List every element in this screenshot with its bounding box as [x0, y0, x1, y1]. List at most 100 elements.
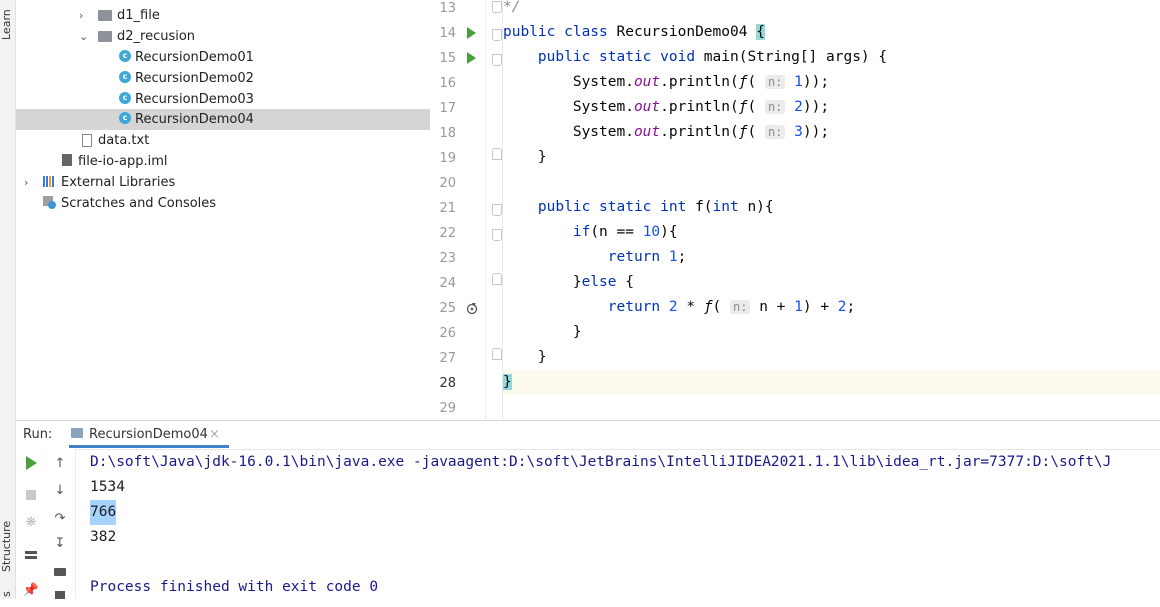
learn-tab[interactable]: Learn: [0, 0, 14, 40]
stop-icon: [26, 490, 36, 500]
code-token: .println(: [660, 74, 739, 90]
left-tool-strip: Learn Structure s: [0, 0, 16, 599]
code-token: return: [607, 299, 669, 315]
tree-item-recursiondemo04[interactable]: c RecursionDemo04: [16, 109, 430, 130]
code-line-27: }: [503, 345, 1160, 370]
java-class-icon: c: [119, 71, 133, 85]
run-main-icon[interactable]: [467, 52, 476, 64]
debug-button[interactable]: ❋: [21, 513, 41, 533]
code-line-18: System.out.println(ƒ( n: 3));: [503, 120, 1160, 145]
code-token: (: [747, 99, 765, 115]
tree-item-label: External Libraries: [61, 175, 176, 190]
code-line-23: return 1;: [503, 245, 1160, 270]
pin-icon: 📌: [22, 583, 40, 598]
code-line-17: System.out.println(ƒ( n: 2));: [503, 95, 1160, 120]
code-line-22: if(n == 10){: [503, 220, 1160, 245]
java-class-icon: c: [119, 112, 133, 126]
tree-item-data-txt[interactable]: data.txt: [16, 130, 430, 151]
arrow-up-icon: ↑: [54, 456, 66, 471]
code-token: n +: [750, 299, 795, 315]
arrow-down-icon: ↓: [54, 483, 66, 498]
code-token: ));: [802, 124, 830, 140]
stop-button[interactable]: [21, 485, 41, 505]
tree-item-recursiondemo02[interactable]: c RecursionDemo02: [16, 68, 430, 89]
chevron-right-icon[interactable]: ›: [24, 172, 34, 193]
fold-icon[interactable]: [492, 229, 502, 241]
parameter-hint: n:: [764, 125, 786, 139]
line-number: 24: [439, 276, 456, 291]
scroll-down-button[interactable]: ↓: [50, 481, 70, 501]
soft-wrap-button[interactable]: ↷: [50, 509, 70, 529]
bottom-tab[interactable]: s: [0, 582, 14, 597]
layout-button[interactable]: [21, 547, 41, 567]
code-token: *: [677, 299, 704, 315]
code-token: 1: [794, 74, 803, 90]
code-token: else: [581, 274, 626, 290]
fold-icon[interactable]: [492, 1, 502, 13]
console-line-exit: Process finished with exit code 0: [90, 579, 379, 595]
fold-icon[interactable]: [492, 348, 502, 360]
parameter-hint: n:: [764, 75, 786, 89]
code-line-25: return 2 * ƒ( n: n + 1) + 2;: [503, 295, 1160, 320]
code-token: .println(: [660, 124, 739, 140]
tree-item-d1-file[interactable]: › d1_file: [16, 5, 430, 26]
folder-icon: [98, 8, 112, 22]
code-token: int: [712, 199, 748, 215]
chevron-right-icon[interactable]: ›: [79, 5, 89, 26]
code-editor[interactable]: 13 14 15 16 17 18 19 20 21 22 23 24 25 2…: [430, 0, 1160, 420]
tree-item-recursiondemo01[interactable]: c RecursionDemo01: [16, 47, 430, 68]
line-number: 17: [439, 101, 456, 116]
tree-item-recursiondemo03[interactable]: c RecursionDemo03: [16, 89, 430, 110]
line-number: 14: [439, 26, 456, 41]
code-token: public static void: [537, 49, 704, 65]
print-button[interactable]: [50, 562, 70, 582]
tree-item-d2-recusion[interactable]: ⌄ d2_recusion: [16, 26, 430, 47]
tree-item-scratches[interactable]: Scratches and Consoles: [16, 193, 430, 214]
code-token: (: [747, 124, 765, 140]
scroll-up-button[interactable]: ↑: [50, 454, 70, 474]
code-token: out: [633, 74, 661, 90]
tree-item-label: Scratches and Consoles: [61, 196, 217, 211]
fold-icon[interactable]: [492, 273, 502, 285]
console-output[interactable]: D:\soft\Java\jdk-16.0.1\bin\java.exe -ja…: [76, 449, 1160, 599]
tree-item-label: d2_recusion: [117, 29, 196, 44]
folder-icon: [98, 29, 112, 43]
clear-button[interactable]: [50, 587, 70, 607]
code-token: }: [572, 324, 582, 340]
fold-icon[interactable]: [492, 29, 502, 41]
scroll-end-icon: ↧: [54, 536, 66, 551]
tree-item-label: data.txt: [98, 133, 150, 148]
code-token: (: [747, 74, 765, 90]
tree-item-external-libraries[interactable]: › External Libraries: [16, 172, 430, 193]
line-number: 26: [439, 326, 456, 341]
code-token: 2: [794, 99, 803, 115]
code-token: RecursionDemo04: [616, 24, 757, 40]
console-icon: [71, 428, 83, 438]
code-token: main(String[] args) {: [703, 49, 888, 65]
run-toolbar-secondary: ↑ ↓ ↷ ↧: [45, 449, 76, 599]
code-token: ));: [802, 99, 830, 115]
trash-icon: [55, 591, 65, 599]
line-number: 21: [439, 201, 456, 216]
line-number: 25: [439, 301, 456, 316]
recursive-call-icon[interactable]: [466, 300, 478, 315]
close-icon[interactable]: ×: [209, 421, 220, 449]
tree-item-label: RecursionDemo04: [135, 112, 254, 127]
rerun-button[interactable]: [21, 453, 41, 473]
tree-item-label: file-io-app.iml: [78, 154, 168, 169]
pin-button[interactable]: 📌: [21, 581, 41, 601]
java-class-icon: c: [119, 50, 133, 64]
bug-icon: ❋: [25, 515, 37, 530]
chevron-down-icon[interactable]: ⌄: [79, 26, 89, 47]
fold-icon[interactable]: [492, 204, 502, 216]
code-line-24: }else {: [503, 270, 1160, 295]
run-tab[interactable]: RecursionDemo04 ×: [69, 421, 229, 448]
structure-tab[interactable]: Structure: [0, 502, 14, 572]
fold-icon[interactable]: [492, 148, 502, 160]
run-class-icon[interactable]: [467, 27, 476, 39]
tree-item-file-io-app-iml[interactable]: file-io-app.iml: [16, 151, 430, 172]
scroll-to-end-button[interactable]: ↧: [50, 534, 70, 554]
fold-icon[interactable]: [492, 54, 502, 66]
play-icon: [26, 456, 37, 470]
code-token: ;: [846, 299, 856, 315]
